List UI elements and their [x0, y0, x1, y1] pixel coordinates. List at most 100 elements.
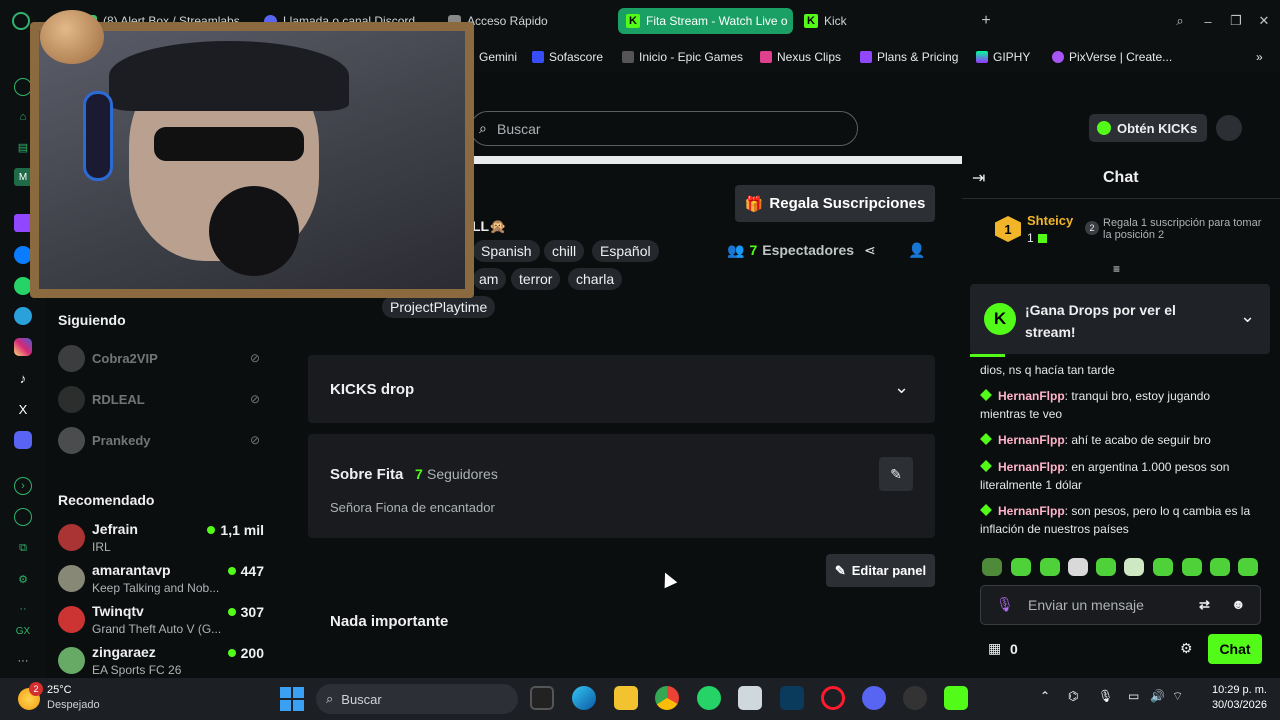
emote-icon[interactable] [1040, 558, 1060, 576]
bookmark-plans-pricing[interactable]: Plans & Pricing [860, 50, 958, 64]
edit-panel-button[interactable]: ✎ Editar panel [826, 554, 935, 587]
recommended-item[interactable]: Jefrain IRL 1,1 mil [58, 520, 268, 554]
player-icon[interactable]: › [14, 477, 32, 495]
kicks-drop-panel[interactable]: KICKS drop ⌄ [308, 355, 935, 423]
chat-input[interactable]: 🎙 Enviar un mensaje ⇄ ☻ [980, 585, 1261, 625]
drops-banner[interactable]: K ¡Gana Drops por ver el stream! ⌄ [970, 284, 1270, 354]
volume-icon[interactable]: 🔊 [1150, 689, 1165, 703]
microphone-icon[interactable]: 🎙 [996, 596, 1014, 613]
following-item[interactable]: Prankedy ⊘ [58, 423, 268, 457]
tag-terror[interactable]: terror [511, 268, 561, 290]
more-icon[interactable]: ··· [14, 652, 32, 670]
emote-icon[interactable] [1153, 558, 1173, 576]
share-icon[interactable]: ⋖ [864, 242, 876, 259]
translate-icon[interactable]: ⇄ [1199, 597, 1210, 613]
telegram-icon[interactable] [14, 307, 32, 325]
tag-espanol[interactable]: Español [592, 240, 659, 262]
discord-icon[interactable] [14, 431, 32, 449]
recommended-item[interactable]: Twinqtv Grand Theft Auto V (G... 307 [58, 602, 268, 636]
new-tab-icon[interactable]: + [978, 12, 994, 29]
gx-icon[interactable]: GX [14, 622, 32, 640]
app-icon[interactable] [738, 686, 762, 710]
bookmark-giphy[interactable]: GIPHY [976, 50, 1030, 64]
category-link[interactable]: ProjectPlaytime [382, 296, 496, 318]
webcam-overlay [30, 22, 474, 298]
bookmark-sofascore[interactable]: Sofascore [532, 50, 603, 64]
maximize-icon[interactable]: ❐ [1228, 13, 1244, 29]
search-tabs-icon[interactable]: ⌕ [1172, 13, 1188, 29]
tag-charla[interactable]: charla [568, 268, 623, 290]
weather-badge: 2 [29, 682, 43, 696]
collapse-chat-icon[interactable]: ⇥ [972, 168, 985, 188]
emote-icon[interactable] [1096, 558, 1116, 576]
task-view-icon[interactable] [530, 686, 554, 710]
settings-icon[interactable]: ⚙ [14, 570, 32, 588]
x-icon[interactable]: X [14, 400, 32, 418]
tag-chill[interactable]: chill [544, 240, 585, 262]
search-input[interactable]: ⌕ Buscar [470, 111, 858, 146]
kick-app-icon[interactable] [944, 686, 968, 710]
emote-icon[interactable] [1182, 558, 1202, 576]
opera-gx-icon[interactable] [821, 686, 845, 710]
emote-icon[interactable] [1124, 558, 1144, 576]
recommended-item[interactable]: zingaraez EA Sports FC 26 200 [58, 643, 268, 677]
emote-icon[interactable] [1238, 558, 1258, 576]
gift-hint: Regala 1 suscripción para tomar la posic… [1103, 217, 1262, 241]
user-avatar[interactable] [1216, 115, 1242, 141]
tab-kick[interactable]: K Kick [804, 8, 874, 34]
bookmark-nexus-clips[interactable]: Nexus Clips [760, 50, 841, 64]
bookmark-gemini[interactable]: Gemini [479, 50, 517, 64]
follow-user-icon[interactable]: 👤 [908, 242, 925, 259]
emote-icon[interactable] [1068, 558, 1088, 576]
minimize-icon[interactable]: – [1200, 13, 1216, 29]
whatsapp-icon[interactable] [697, 686, 721, 710]
emoji-icon[interactable]: ☻ [1231, 596, 1246, 612]
tiktok-icon[interactable]: ♪ [14, 369, 32, 387]
emote-icon[interactable] [982, 558, 1002, 576]
clock-date[interactable]: 30/03/2026 [1197, 699, 1267, 711]
edit-pencil-icon[interactable]: ✎ [879, 457, 913, 491]
chevron-down-icon: ⌄ [894, 377, 910, 397]
following-item[interactable]: RDLEAL ⊘ [58, 382, 268, 416]
emote-icon[interactable] [1210, 558, 1230, 576]
edge-icon[interactable] [572, 686, 596, 710]
bookmarks-overflow-icon[interactable]: » [1256, 50, 1263, 64]
discord-icon[interactable] [862, 686, 886, 710]
video-player-edge[interactable] [470, 156, 962, 164]
points-store-icon[interactable]: ▦ [988, 640, 1001, 657]
start-button[interactable] [280, 687, 304, 711]
gx-dots-icon[interactable]: ·· [14, 600, 32, 618]
get-kicks-button[interactable]: Obtén KICKs [1089, 114, 1207, 142]
recommended-heading: Recomendado [58, 492, 155, 508]
send-chat-button[interactable]: Chat [1208, 634, 1262, 664]
close-icon[interactable]: ✕ [1256, 13, 1272, 29]
chrome-icon[interactable] [655, 686, 679, 710]
wifi-icon[interactable]: ⌔ [1172, 689, 1183, 704]
network-icon[interactable]: ⌬ [1068, 689, 1078, 703]
live-viewers: 447 [227, 563, 264, 579]
taskbar-search[interactable]: ⌕ Buscar [316, 684, 518, 714]
opera-logo-icon[interactable] [12, 12, 30, 30]
bookmark-pixverse[interactable]: PixVerse | Create... [1052, 50, 1172, 64]
clock-time[interactable]: 10:29 p. m. [1197, 684, 1267, 696]
instagram-icon[interactable] [14, 338, 32, 356]
obs-icon[interactable] [903, 686, 927, 710]
gift-subs-button[interactable]: 🎁 Regala Suscripciones [735, 185, 935, 222]
top-gifter-name[interactable]: Shteicy [1027, 213, 1073, 228]
history-icon[interactable] [14, 508, 32, 526]
tray-overflow-icon[interactable]: ⌃ [1040, 689, 1050, 703]
emote-icon[interactable] [1011, 558, 1031, 576]
bookmark-epic-games[interactable]: Inicio - Epic Games [622, 50, 743, 64]
expand-leaderboard-icon[interactable]: ≡ [1113, 262, 1120, 276]
display-icon[interactable]: ▭ [1128, 689, 1139, 703]
chat-settings-icon[interactable]: ⚙ [1180, 640, 1193, 657]
following-item[interactable]: Cobra2VIP ⊘ [58, 341, 268, 375]
file-explorer-icon[interactable] [614, 686, 638, 710]
tag-spanish[interactable]: Spanish [473, 240, 540, 262]
mic-tray-icon[interactable]: 🎙 [1098, 689, 1113, 703]
tag-am[interactable]: am [473, 268, 507, 290]
disney-plus-icon[interactable] [780, 686, 804, 710]
tab-fita-stream[interactable]: K Fita Stream - Watch Live o [618, 8, 793, 34]
recommended-item[interactable]: amarantavp Keep Talking and Nob... 447 [58, 561, 268, 595]
extensions-icon[interactable]: ⧉ [14, 539, 32, 557]
